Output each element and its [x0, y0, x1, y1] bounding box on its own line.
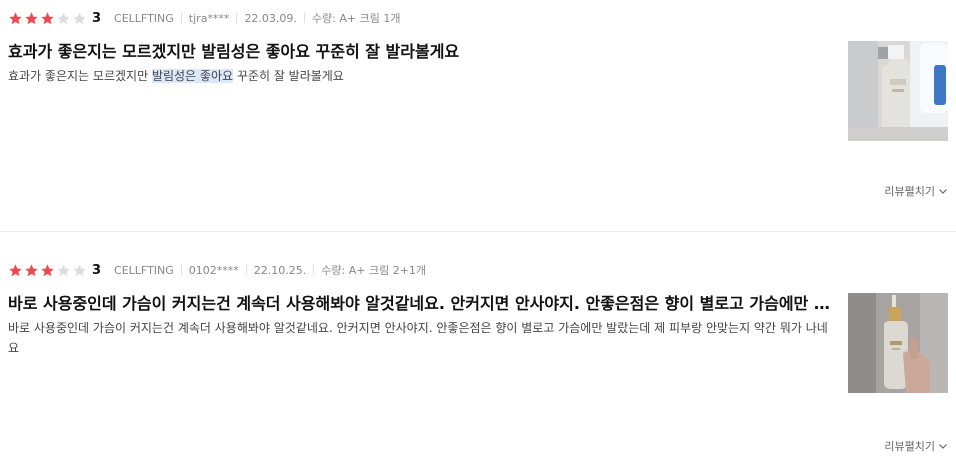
review-body-text: 효과가 좋은지는 모르겠지만 [8, 69, 152, 83]
meta-divider [236, 13, 238, 23]
reviewer-id: tjra**** [188, 11, 230, 25]
chevron-down-icon [939, 189, 947, 194]
star-filled-icon [9, 263, 22, 276]
review-title[interactable]: 효과가 좋은지는 모르겠지만 발림성은 좋아요 꾸준히 잘 발라볼게요 [8, 40, 834, 64]
product-photo [848, 41, 948, 141]
expand-review-button[interactable]: 리뷰펼치기 [884, 183, 948, 199]
reviewer-id: 0102**** [188, 263, 239, 277]
product-photo [848, 293, 948, 393]
star-empty-icon [73, 263, 86, 276]
purchase-option: 수량: A+ 크림 1개 [311, 12, 401, 25]
review-item: 3 CELLFTING tjra**** 22.03.09. 수량: A+ 크림… [0, 0, 956, 232]
rating-score: 3 [92, 262, 102, 278]
review-photo-thumbnail[interactable] [848, 293, 948, 393]
star-empty-icon [57, 11, 70, 24]
purchase-option: 수량: A+ 크림 2+1개 [321, 264, 427, 277]
expand-review-label: 리뷰펼치기 [884, 440, 935, 453]
meta-divider [313, 265, 315, 275]
chevron-down-icon [939, 444, 947, 449]
review-divider [0, 231, 956, 232]
seller-name: CELLFTING [114, 11, 174, 25]
review-meta: 3 CELLFTING 0102**** 22.10.25. 수량: A+ 크림… [8, 260, 426, 280]
review-body[interactable]: 효과가 좋은지는 모르겠지만 발림성은 좋아요 꾸준히 잘 발라볼게요 [8, 66, 834, 86]
expand-review-label: 리뷰펼치기 [884, 185, 935, 198]
review-body-text: 꾸준히 잘 발라볼게요 [233, 69, 344, 83]
meta-divider [245, 265, 247, 275]
review-meta: 3 CELLFTING tjra**** 22.03.09. 수량: A+ 크림… [8, 8, 400, 28]
review-date: 22.10.25. [253, 263, 307, 277]
review-body[interactable]: 바로 사용중인데 가슴이 커지는건 계속더 사용해봐야 알것같네요. 안커지면 … [8, 318, 834, 358]
star-rating [8, 263, 88, 278]
review-title[interactable]: 바로 사용중인데 가슴이 커지는건 계속더 사용해봐야 알것같네요. 안커지면 … [8, 292, 834, 316]
star-filled-icon [25, 263, 38, 276]
meta-divider [180, 265, 182, 275]
review-date: 22.03.09. [244, 11, 297, 25]
star-empty-icon [73, 11, 86, 24]
rating-score: 3 [92, 10, 102, 26]
star-empty-icon [57, 263, 70, 276]
review-item: 3 CELLFTING 0102**** 22.10.25. 수량: A+ 크림… [0, 252, 956, 462]
star-filled-icon [41, 263, 54, 276]
star-filled-icon [41, 11, 54, 24]
meta-divider [180, 13, 182, 23]
star-filled-icon [25, 11, 38, 24]
review-photo-thumbnail[interactable] [848, 41, 948, 141]
expand-review-button[interactable]: 리뷰펼치기 [884, 438, 948, 454]
seller-name: CELLFTING [114, 263, 174, 277]
star-filled-icon [9, 11, 22, 24]
meta-divider [303, 13, 305, 23]
highlighted-text: 발림성은 좋아요 [151, 69, 234, 83]
star-rating [8, 11, 88, 26]
